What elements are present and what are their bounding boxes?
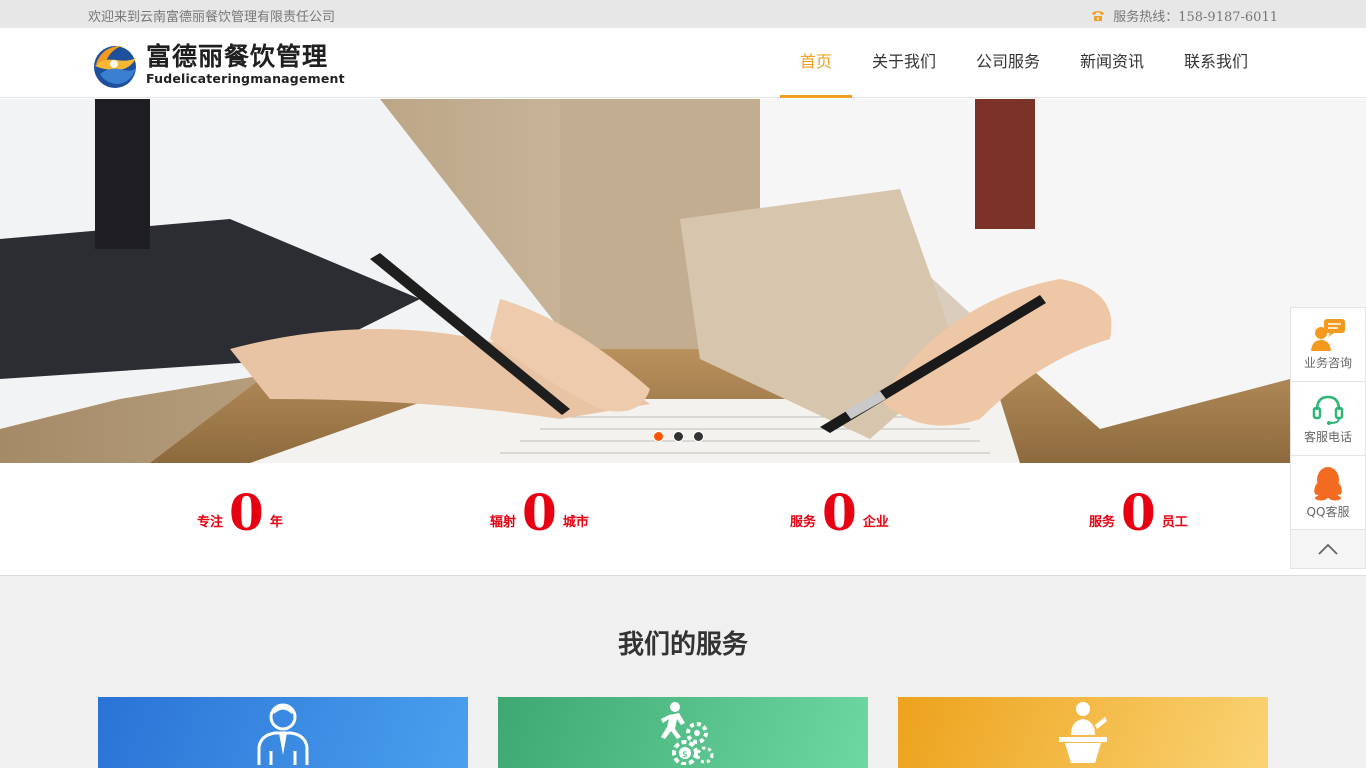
speaker-podium-icon [1059,702,1107,763]
stat-cities: 辐射 0 城市 [490,487,589,539]
svg-text:$: $ [682,750,688,760]
top-bar: 欢迎来到云南富德丽餐饮管理有限责任公司 服务热线：158-9187-6011 [0,0,1366,28]
service-phone-button[interactable]: 客服电话 [1291,382,1365,456]
stat-value: 0 [229,483,264,542]
company-logo[interactable]: 富德丽餐饮管理 Fudelicateringmanagement [90,38,345,92]
main-nav: 首页 关于我们 公司服务 新闻资讯 联系我们 [779,28,1268,98]
nav-item-about[interactable]: 关于我们 [852,28,956,98]
nav-item-news[interactable]: 新闻资讯 [1060,28,1164,98]
floating-side-panel: 业务咨询 客服电话 QQ客服 [1290,307,1366,569]
growth-gears-icon: $ [661,702,714,765]
slider-dot[interactable] [693,431,704,442]
consult-button[interactable]: 业务咨询 [1291,308,1365,382]
back-to-top-button[interactable] [1291,530,1365,568]
consult-label: 业务咨询 [1303,356,1352,370]
hotline-text: 服务热线：158-9187-6011 [1113,10,1278,25]
nav-item-home[interactable]: 首页 [779,28,852,98]
stat-prefix: 辐射 [490,515,517,530]
stat-suffix: 年 [269,515,283,530]
stat-suffix: 城市 [562,515,589,530]
banner-photo [0,99,1366,463]
welcome-text: 欢迎来到云南富德丽餐饮管理有限责任公司 [88,10,336,25]
stat-employees: 服务 0 员工 [1089,487,1188,539]
site-header: 富德丽餐饮管理 Fudelicateringmanagement 首页 关于我们… [0,28,1366,98]
logo-mark-icon [94,46,136,88]
nav-item-contact[interactable]: 联系我们 [1164,28,1268,98]
stats-section: 专注 0 年 辐射 0 城市 服务 0 企业 服务 0 员工 [0,463,1366,576]
stat-prefix: 专注 [197,515,224,530]
business-person-icon [257,703,309,765]
service-card-blue[interactable] [98,697,468,768]
hero-banner[interactable] [0,99,1366,463]
stat-enterprises: 服务 0 企业 [790,487,889,539]
phone-icon [1092,10,1105,21]
headset-icon [1312,395,1344,425]
service-card-orange[interactable] [898,697,1268,768]
stat-years: 专注 0 年 [197,487,283,539]
services-title: 我们的服务 [617,630,748,660]
stat-value: 0 [822,483,857,542]
slider-dots [653,431,704,442]
hotline: 服务热线：158-9187-6011 [1091,6,1278,25]
chat-consult-icon [1311,319,1345,351]
service-card-green[interactable]: $ [498,697,868,768]
service-phone-label: 客服电话 [1303,430,1352,444]
stat-value: 0 [1121,483,1156,542]
stat-suffix: 员工 [1161,515,1188,530]
stat-value: 0 [522,483,557,542]
slider-dot[interactable] [673,431,684,442]
slider-dot[interactable] [653,431,664,442]
logo-name-en: Fudelicateringmanagement [146,71,345,86]
nav-item-services[interactable]: 公司服务 [956,28,1060,98]
chevron-up-icon [1318,543,1338,555]
stat-suffix: 企业 [862,515,889,530]
stat-prefix: 服务 [1089,515,1116,530]
qq-penguin-icon [1314,467,1342,501]
stat-prefix: 服务 [790,515,817,530]
qq-service-label: QQ客服 [1306,505,1350,519]
logo-name-cn: 富德丽餐饮管理 [146,42,329,71]
qq-service-button[interactable]: QQ客服 [1291,456,1365,530]
services-section: 我们的服务 $ [0,576,1366,768]
